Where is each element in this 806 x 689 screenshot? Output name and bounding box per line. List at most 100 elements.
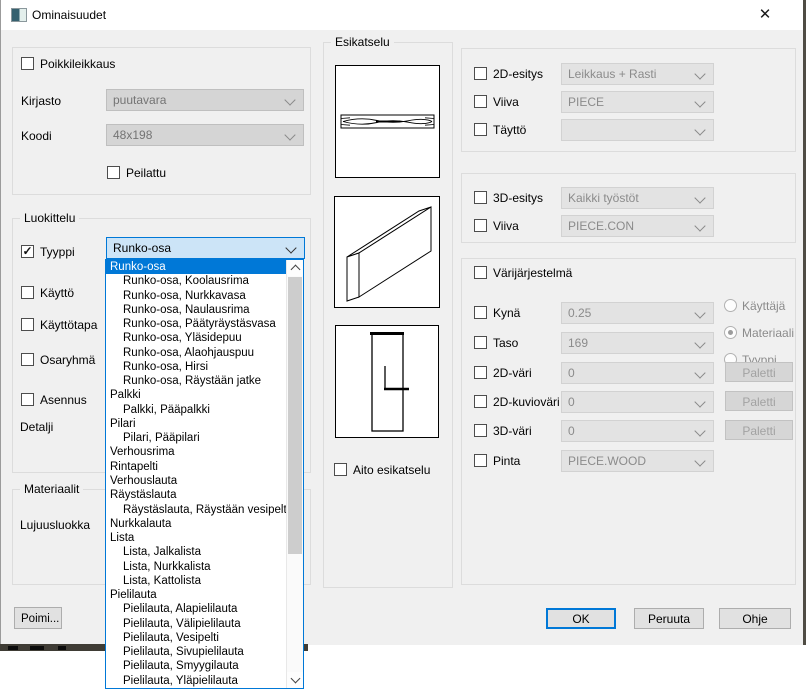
- poimi-button[interactable]: Poimi...: [14, 607, 62, 629]
- dropdown-item[interactable]: Räystäslauta: [106, 488, 287, 502]
- chevron-down-icon: [694, 425, 705, 436]
- dropdown-item[interactable]: Pilari, Pääpilari: [106, 431, 287, 445]
- preview-3d-view: [334, 196, 440, 308]
- 2d-vari-checkbox[interactable]: [474, 366, 487, 379]
- pinta-checkbox[interactable]: [474, 454, 487, 467]
- dropdown-item[interactable]: Pilari: [106, 417, 287, 431]
- dropdown-item[interactable]: Pielilauta, Sivupielilauta: [106, 645, 287, 659]
- ok-button[interactable]: OK: [546, 608, 616, 629]
- plank-side-drawing: [336, 66, 439, 177]
- title-bar[interactable]: Ominaisuudet ✕: [1, 0, 803, 30]
- dropdown-item[interactable]: Runko-osa, Nurkkavasa: [106, 289, 287, 303]
- 3d-viiva-checkbox[interactable]: [474, 219, 487, 232]
- poikkileikkaus-checkbox[interactable]: [21, 57, 34, 70]
- 2d-kuviovari-checkbox[interactable]: [474, 395, 487, 408]
- kaytto-label: Käyttö: [40, 287, 74, 300]
- scrollbar-thumb[interactable]: [288, 277, 302, 554]
- dropdown-item[interactable]: Runko-osa, Räystään jatke: [106, 374, 287, 388]
- materiaali-radio: [724, 326, 737, 339]
- radio-dot: [728, 330, 733, 335]
- osaryhma-checkbox[interactable]: [21, 353, 34, 366]
- dropdown-item[interactable]: Runko-osa, Yläsidepuu: [106, 331, 287, 345]
- pinta-label: Pinta: [493, 455, 520, 468]
- background-artifact: [58, 646, 66, 650]
- poikkileikkaus-label: Poikkileikkaus: [40, 58, 115, 71]
- kayttotapa-checkbox[interactable]: [21, 318, 34, 331]
- 3d-viiva-value: PIECE.CON: [568, 219, 634, 233]
- ohje-button[interactable]: Ohje: [719, 608, 791, 629]
- 2d-viiva-label: Viiva: [493, 96, 519, 109]
- dropdown-item[interactable]: Räystäslauta, Räystään vesipelti: [106, 503, 287, 517]
- 2d-esitys-label: 2D-esitys: [493, 68, 543, 81]
- dropdown-item[interactable]: Lista, Nurkkalista: [106, 560, 287, 574]
- dropdown-item[interactable]: Runko-osa: [106, 260, 287, 274]
- scroll-down-button[interactable]: [287, 672, 303, 688]
- close-button[interactable]: ✕: [745, 0, 785, 30]
- dropdown-item[interactable]: Lista: [106, 531, 287, 545]
- dropdown-item[interactable]: Rintapelti: [106, 460, 287, 474]
- dropdown-item[interactable]: Verhouslauta: [106, 474, 287, 488]
- type-dropdown-items: Runko-osaRunko-osa, KoolausrimaRunko-osa…: [106, 260, 287, 688]
- background-artifact: [30, 646, 44, 650]
- 2d-vari-select: 0: [561, 362, 714, 384]
- chevron-down-icon: [694, 124, 705, 135]
- 3d-esitys-select: Kaikki työstöt: [561, 187, 714, 209]
- dropdown-item[interactable]: Runko-osa, Koolausrima: [106, 274, 287, 288]
- preview-side-view: [335, 65, 440, 178]
- dropdown-item[interactable]: Lista, Kattolista: [106, 574, 287, 588]
- taytto-select: [561, 119, 714, 141]
- taso-checkbox[interactable]: [474, 336, 487, 349]
- 2d-viiva-select: PIECE: [561, 91, 714, 113]
- 3d-vari-value: 0: [568, 424, 575, 438]
- dropdown-item[interactable]: Runko-osa, Alaohjauspuu: [106, 346, 287, 360]
- checkmark-icon: ✓: [22, 246, 33, 257]
- chevron-down-icon: [694, 192, 705, 203]
- 2d-kuviovari-select: 0: [561, 391, 714, 413]
- dropdown-item[interactable]: Palkki: [106, 388, 287, 402]
- pinta-value: PIECE.WOOD: [568, 454, 646, 468]
- dropdown-item[interactable]: Pielilauta, Smyygilauta: [106, 659, 287, 673]
- 3d-vari-select: 0: [561, 420, 714, 442]
- section-drawing: [336, 326, 438, 437]
- dropdown-item[interactable]: Pielilauta, Vesipelti: [106, 631, 287, 645]
- dropdown-item[interactable]: Verhousrima: [106, 445, 287, 459]
- dropdown-item[interactable]: Lista, Jalkalista: [106, 545, 287, 559]
- 2d-viiva-checkbox[interactable]: [474, 95, 487, 108]
- dropdown-item[interactable]: Pielilauta, Välipielilauta: [106, 617, 287, 631]
- varijarjestelma-checkbox[interactable]: [474, 266, 487, 279]
- peilattu-checkbox[interactable]: [107, 166, 120, 179]
- dropdown-scrollbar[interactable]: [286, 260, 303, 688]
- 2d-kuviovari-label: 2D-kuvioväri: [493, 396, 560, 409]
- 3d-viiva-select: PIECE.CON: [561, 215, 714, 237]
- tyyppi-select[interactable]: Runko-osa: [106, 237, 305, 259]
- peilattu-label: Peilattu: [126, 167, 166, 180]
- kaytto-checkbox[interactable]: [21, 286, 34, 299]
- lujuusluokka-label: Lujuusluokka: [20, 519, 90, 532]
- aito-esikatselu-checkbox[interactable]: [334, 463, 347, 476]
- dropdown-item[interactable]: Pielilauta: [106, 588, 287, 602]
- tyyppi-label: Tyyppi: [40, 246, 75, 259]
- aito-esikatselu-label: Aito esikatselu: [353, 464, 430, 477]
- dropdown-item[interactable]: Runko-osa, Hirsi: [106, 360, 287, 374]
- taytto-label: Täyttö: [493, 124, 526, 137]
- dropdown-item[interactable]: Pielilauta, Alapielilauta: [106, 602, 287, 616]
- chevron-down-icon: [694, 307, 705, 318]
- dropdown-item[interactable]: Runko-osa, Päätyräystäsvasa: [106, 317, 287, 331]
- osaryhma-label: Osaryhmä: [40, 354, 95, 367]
- asennus-checkbox[interactable]: [21, 393, 34, 406]
- 3d-esitys-checkbox[interactable]: [474, 191, 487, 204]
- taytto-checkbox[interactable]: [474, 123, 487, 136]
- dropdown-item[interactable]: Nurkkalauta: [106, 517, 287, 531]
- 2d-viiva-value: PIECE: [568, 95, 604, 109]
- peruuta-button[interactable]: Peruuta: [634, 608, 704, 629]
- kirjasto-label: Kirjasto: [21, 95, 61, 108]
- koodi-label: Koodi: [21, 130, 52, 143]
- dropdown-item[interactable]: Runko-osa, Naulausrima: [106, 303, 287, 317]
- 2d-esitys-checkbox[interactable]: [474, 67, 487, 80]
- dropdown-item[interactable]: Palkki, Pääpalkki: [106, 403, 287, 417]
- kyna-checkbox[interactable]: [474, 306, 487, 319]
- tyyppi-checkbox[interactable]: ✓: [21, 245, 34, 258]
- 3d-vari-checkbox[interactable]: [474, 424, 487, 437]
- dropdown-item[interactable]: Pielilauta, Yläpielilauta: [106, 674, 287, 688]
- scroll-up-button[interactable]: [287, 260, 303, 276]
